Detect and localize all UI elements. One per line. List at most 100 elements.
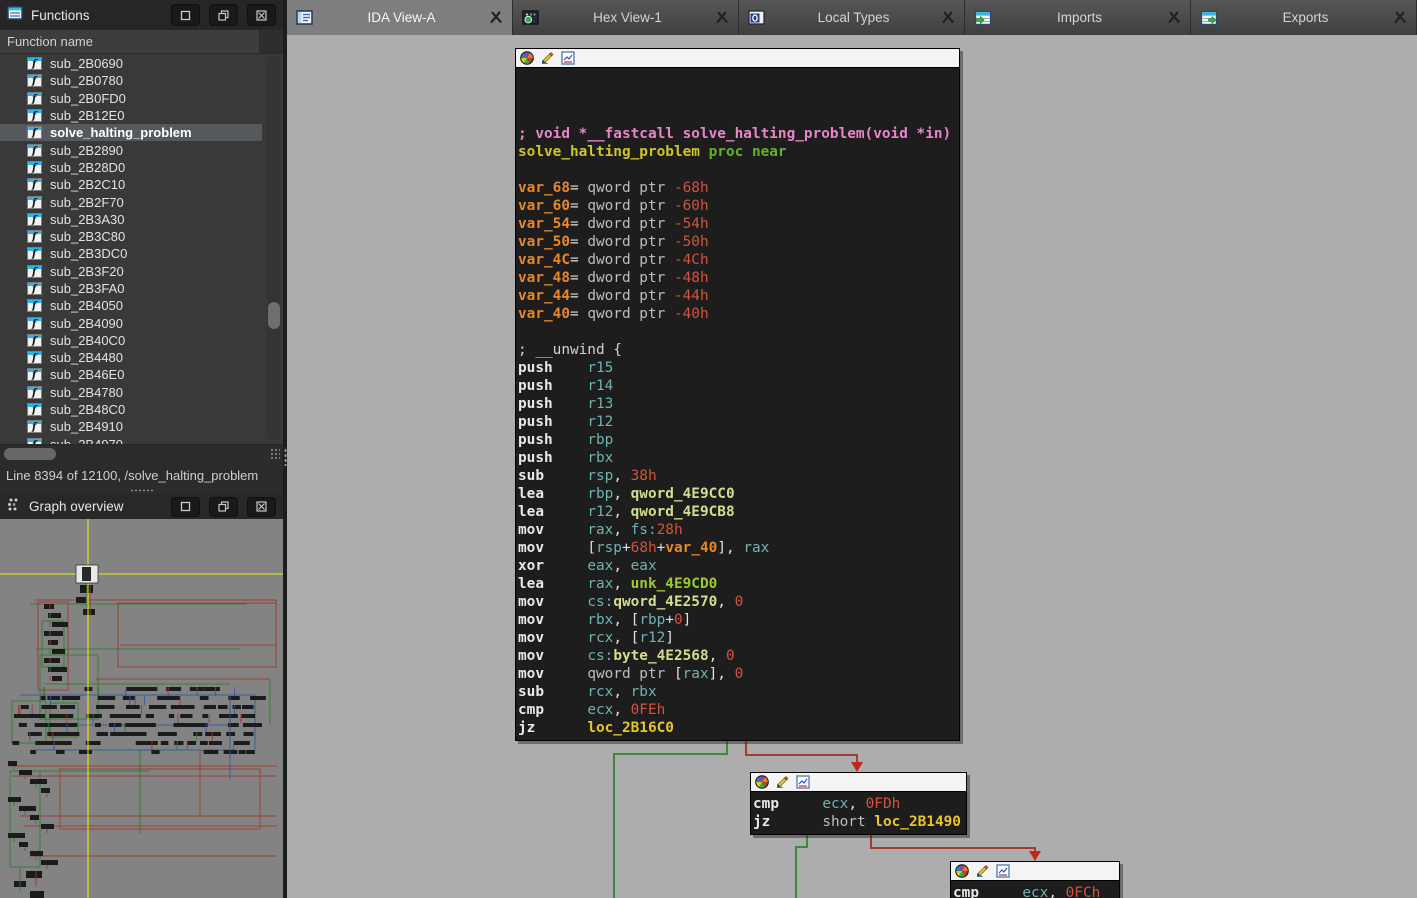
code-line[interactable]: jz loc_2B16C0 [518,719,959,737]
function-row[interactable]: fsub_2B48C0 [0,401,262,418]
code-line[interactable]: mov rcx, [r12] [518,629,959,647]
close-button[interactable] [247,4,276,26]
code-line[interactable]: mov qword ptr [rax], 0 [518,665,959,683]
code-line[interactable]: var_60= qword ptr -60h [518,197,959,215]
code-line[interactable]: lea rax, unk_4E9CD0 [518,575,959,593]
tab-close-icon[interactable] [1167,11,1181,24]
minimap-canvas[interactable] [0,519,283,898]
code-line[interactable]: cmp ecx, 0FEh [518,701,959,719]
function-row[interactable]: fsub_2B4050 [0,297,262,314]
code-line[interactable] [518,161,959,179]
code-line[interactable]: mov rax, fs:28h [518,521,959,539]
code-line[interactable]: var_68= qword ptr -68h [518,179,959,197]
function-row[interactable]: fsub_2B4910 [0,418,262,435]
function-row[interactable]: fsub_2B28D0 [0,159,262,176]
code-line[interactable]: push r15 [518,359,959,377]
code-line[interactable]: jz short loc_2B1490 [753,813,966,831]
tab-ida-view-a[interactable]: IDA View-A [287,0,513,35]
close-button[interactable] [247,497,276,517]
maximize-button[interactable] [171,497,200,517]
code-line[interactable]: var_50= dword ptr -50h [518,233,959,251]
code-line[interactable]: mov cs:byte_4E2568, 0 [518,647,959,665]
edit-icon[interactable] [540,51,555,65]
tab-hex-view-1[interactable]: Hex View-1 [513,0,739,35]
code-line[interactable]: mov [rsp+68h+var_40], rax [518,539,959,557]
chart-icon[interactable] [561,51,575,65]
code-line[interactable]: lea rbp, qword_4E9CC0 [518,485,959,503]
panel-splitter[interactable] [0,487,283,494]
tab-imports[interactable]: Imports [965,0,1191,35]
function-row[interactable]: fsub_2B0690 [0,55,262,72]
function-row[interactable]: fsub_2B3C80 [0,228,262,245]
color-wheel-icon[interactable] [955,864,969,878]
code-line[interactable]: xor eax, eax [518,557,959,575]
code-line[interactable]: var_48= dword ptr -48h [518,269,959,287]
code-line[interactable]: cmp ecx, 0FCh [953,884,1119,898]
graph-node-block-cmp-0FDh[interactable]: cmp ecx, 0FDhjz short loc_2B1490 [750,772,967,835]
tab-close-icon[interactable] [1393,11,1407,24]
function-row[interactable]: fsub_2B3DC0 [0,245,262,262]
code-line[interactable]: solve_halting_problem proc near [518,143,959,161]
code-line[interactable]: sub rcx, rbx [518,683,959,701]
code-line[interactable]: var_44= dword ptr -44h [518,287,959,305]
node-titlebar[interactable] [516,49,959,68]
resize-grip-icon[interactable] [270,448,280,460]
horizontal-scrollbar[interactable] [0,444,283,463]
color-wheel-icon[interactable] [755,775,769,789]
code-line[interactable] [518,107,959,125]
edit-icon[interactable] [775,775,790,789]
code-line[interactable]: push rbp [518,431,959,449]
function-row[interactable]: fsub_2B4970 [0,436,262,444]
code-line[interactable]: sub rsp, 38h [518,467,959,485]
chart-icon[interactable] [796,775,810,789]
graph-node-block-entry[interactable]: ; void *__fastcall solve_halting_problem… [515,48,960,741]
code-line[interactable]: ; __unwind { [518,341,959,359]
maximize-button[interactable] [171,4,200,26]
node-titlebar[interactable] [751,773,966,792]
graph-overview-minimap[interactable] [0,519,283,898]
function-row[interactable]: fsub_2B0780 [0,72,262,89]
horizontal-scrollbar-thumb[interactable] [4,448,56,460]
code-line[interactable]: var_4C= dword ptr -4Ch [518,251,959,269]
node-titlebar[interactable] [951,862,1119,881]
function-row[interactable]: fsub_2B2F70 [0,193,262,210]
function-row[interactable]: fsub_2B2890 [0,141,262,158]
tab-close-icon[interactable] [941,11,955,24]
vertical-scrollbar[interactable] [267,56,281,440]
code-line[interactable] [518,71,959,89]
code-line[interactable] [518,323,959,341]
code-line[interactable]: push r12 [518,413,959,431]
graph-canvas[interactable]: ; void *__fastcall solve_halting_problem… [287,35,1417,898]
function-row[interactable]: fsub_2B12E0 [0,107,262,124]
chart-icon[interactable] [996,864,1010,878]
graph-node-block-cmp-0FCh[interactable]: cmp ecx, 0FCh [950,861,1120,898]
float-button[interactable] [209,497,238,517]
function-row[interactable]: fsub_2B40C0 [0,332,262,349]
code-line[interactable]: var_54= dword ptr -54h [518,215,959,233]
tab-close-icon[interactable] [489,11,503,24]
tab-close-icon[interactable] [715,11,729,24]
code-line[interactable] [518,89,959,107]
code-line[interactable]: var_40= qword ptr -40h [518,305,959,323]
function-row[interactable]: fsub_2B4480 [0,349,262,366]
float-button[interactable] [209,4,238,26]
function-name-column-header[interactable]: Function name [0,30,260,53]
code-line[interactable]: cmp ecx, 0FDh [753,795,966,813]
function-row[interactable]: fsub_2B46E0 [0,366,262,383]
code-line[interactable]: push r13 [518,395,959,413]
code-line[interactable]: lea r12, qword_4E9CB8 [518,503,959,521]
tab-exports[interactable]: Exports [1191,0,1417,35]
function-row[interactable]: fsub_2B3FA0 [0,280,262,297]
code-line[interactable]: mov rbx, [rbp+0] [518,611,959,629]
code-line[interactable]: ; void *__fastcall solve_halting_problem… [518,125,959,143]
edit-icon[interactable] [975,864,990,878]
function-row[interactable]: fsub_2B0FD0 [0,90,262,107]
function-row[interactable]: fsub_2B4090 [0,314,262,331]
function-row[interactable]: fsub_2B3A30 [0,211,262,228]
function-row[interactable]: fsub_2B3F20 [0,263,262,280]
color-wheel-icon[interactable] [520,51,534,65]
code-line[interactable]: push rbx [518,449,959,467]
code-line[interactable]: push r14 [518,377,959,395]
tab-local-types[interactable]: Local Types [739,0,965,35]
vertical-scrollbar-thumb[interactable] [268,302,280,329]
